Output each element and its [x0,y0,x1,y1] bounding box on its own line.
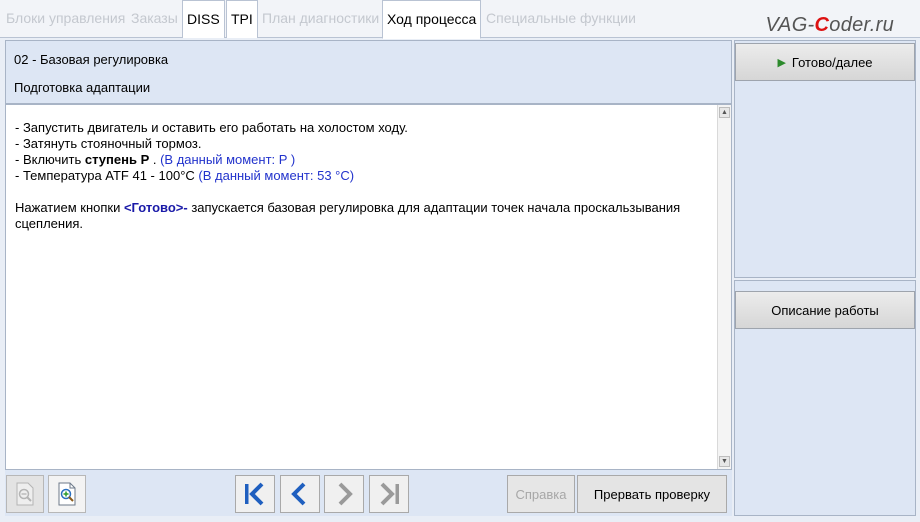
next-step-button[interactable] [324,475,364,513]
play-icon: ▶ [777,56,786,69]
right-action-panel: ▶ Готово/далее [734,40,916,278]
step-header: 02 - Базовая регулировка Подготовка адап… [5,40,732,104]
step-title: 02 - Базовая регулировка [14,52,169,67]
vertical-scrollbar[interactable]: ▲ ▼ [717,105,731,469]
instructions-text: - Запустить двигатель и оставить его раб… [15,120,705,232]
abort-test-button[interactable]: Прервать проверку [577,475,727,513]
zoom-out-button[interactable] [6,475,44,513]
bottom-toolbar: Справка Прервать проверку [5,470,732,516]
live-value: (В данный момент: 53 °C) [198,168,355,183]
chevron-left-icon [291,482,306,506]
help-button[interactable]: Справка [507,475,575,513]
instruction-line: - Затянуть стояночный тормоз. [15,136,202,151]
tab-bar: Блоки управления Заказы DISS TPI План ди… [0,0,920,39]
first-step-button[interactable] [235,475,275,513]
tab-control-units[interactable]: Блоки управления [2,0,129,37]
skip-first-icon [245,482,264,506]
work-description-button[interactable]: Описание работы [735,291,915,329]
instruction-paragraph: Нажатием кнопки <Готово>- запускается ба… [15,200,681,231]
instruction-line: - Включить ступень P . (В данный момент:… [15,152,296,167]
right-info-panel: Описание работы [734,280,916,516]
live-value: (В данный момент: P ) [160,152,296,167]
zoom-in-icon [58,482,76,506]
instruction-line: - Запустить двигатель и оставить его раб… [15,120,408,135]
tab-orders[interactable]: Заказы [127,0,182,37]
instruction-line: - Температура ATF 41 - 100°C (В данный м… [15,168,355,183]
chevron-right-icon [338,482,353,506]
zoom-in-button[interactable] [48,475,86,513]
tab-special-functions[interactable]: Специальные функции [482,0,640,37]
scroll-down-icon[interactable]: ▼ [719,456,730,467]
instructions-panel: - Запустить двигатель и оставить его раб… [5,104,732,470]
step-subtitle: Подготовка адаптации [14,80,151,95]
last-step-button[interactable] [369,475,409,513]
scroll-up-icon[interactable]: ▲ [719,107,730,118]
skip-last-icon [380,482,399,506]
previous-step-button[interactable] [280,475,320,513]
tab-diss[interactable]: DISS [182,0,225,38]
tab-diagnostic-plan[interactable]: План диагностики [258,0,383,37]
done-next-label: Готово/далее [791,54,873,70]
watermark-logo: VAG-Coder.ru [765,14,894,36]
done-next-button[interactable]: ▶ Готово/далее [735,43,915,81]
tab-process[interactable]: Ход процесса [382,0,482,39]
tab-tpi[interactable]: TPI [226,0,258,38]
zoom-out-icon [16,482,34,506]
